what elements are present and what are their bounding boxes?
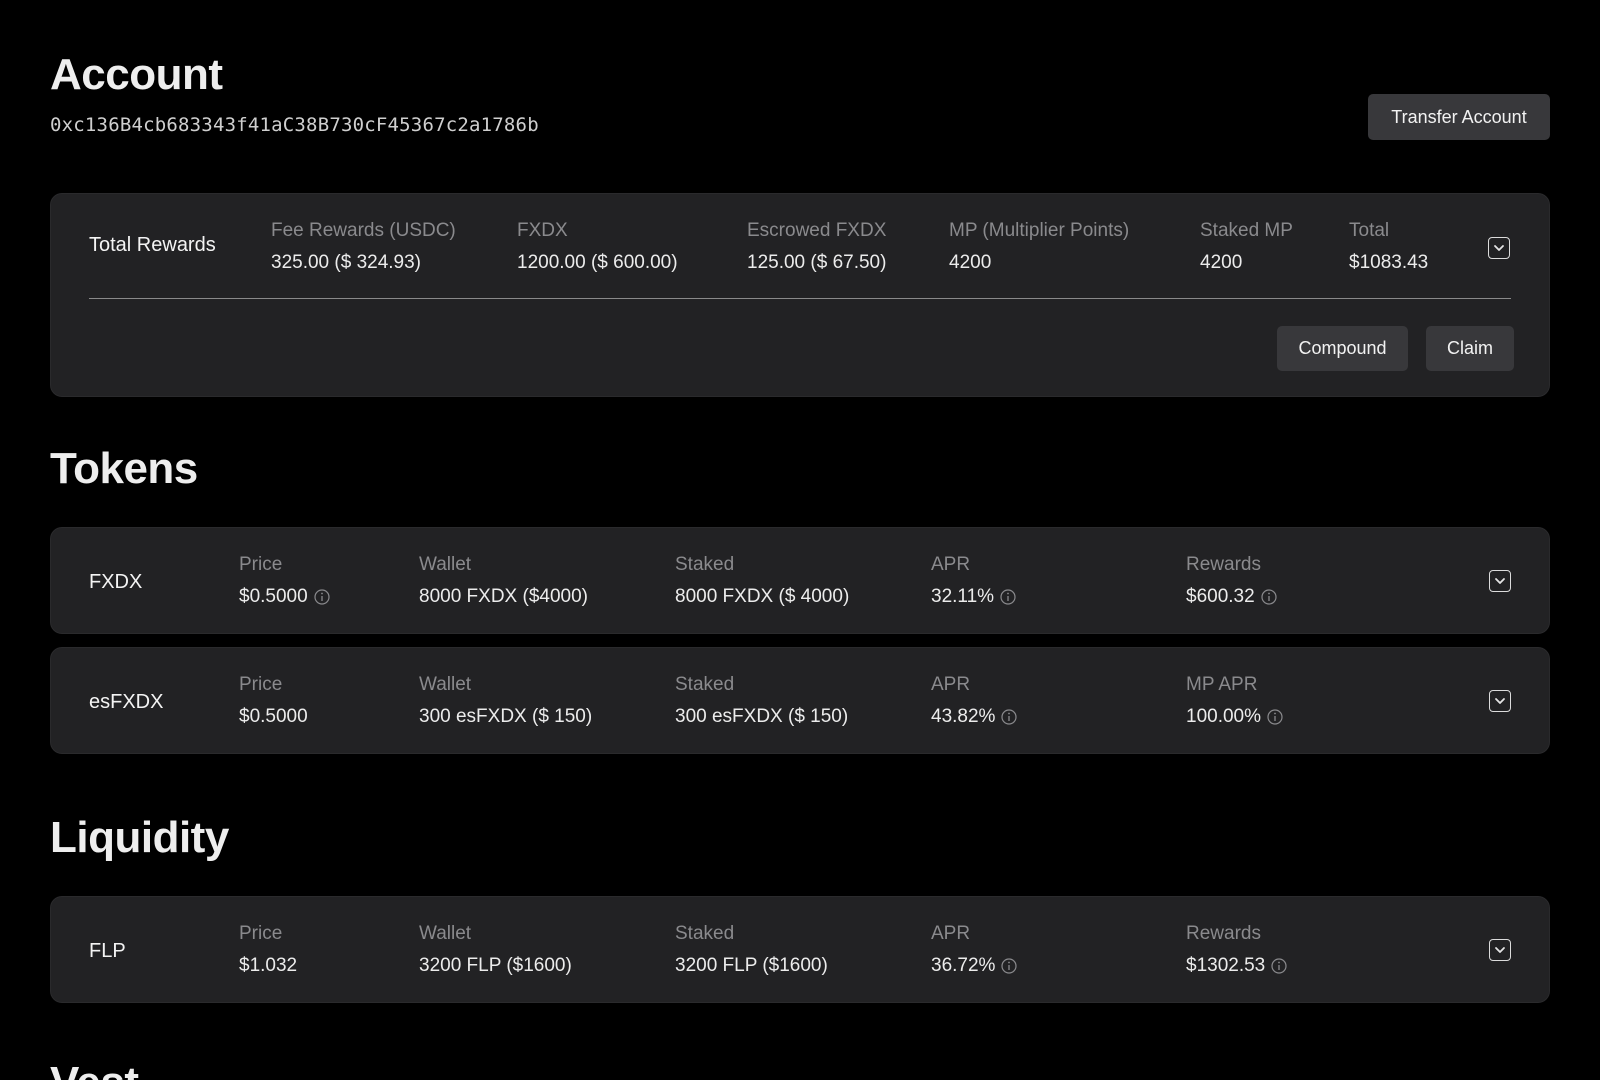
info-icon[interactable] <box>1001 958 1018 974</box>
chevron-down-icon[interactable] <box>1489 939 1511 961</box>
apr-label: APR <box>931 554 971 575</box>
info-icon[interactable] <box>314 589 330 605</box>
vest-title: Vest <box>50 1058 139 1080</box>
wallet-value: 3200 FLP ($1600) <box>419 955 572 976</box>
wallet-value: 300 esFXDX ($ 150) <box>419 706 593 727</box>
info-icon[interactable] <box>1000 589 1016 605</box>
price-value: $0.5000 <box>239 706 308 727</box>
price-value: $0.5000 <box>239 586 330 608</box>
wallet-label: Wallet <box>419 674 472 695</box>
account-title: Account <box>50 50 223 99</box>
staked-mp-label: Staked MP <box>1200 220 1293 241</box>
token-row-esfxdx[interactable]: esFXDX Price $0.5000 Wallet 300 esFXDX (… <box>50 647 1550 754</box>
info-icon[interactable] <box>1267 709 1283 725</box>
staked-value: 8000 FXDX ($ 4000) <box>675 586 850 607</box>
mp-apr-label: MP APR <box>1186 674 1258 695</box>
apr-label: APR <box>931 923 971 944</box>
token-row-fxdx[interactable]: FXDX Price $0.5000 Wallet 8000 FXDX ($40… <box>50 527 1550 634</box>
rewards-value: $1302.53 <box>1186 955 1287 977</box>
price-text: $0.5000 <box>239 586 308 607</box>
price-value: $1.032 <box>239 955 298 976</box>
claim-button[interactable]: Claim <box>1426 326 1514 371</box>
fee-rewards-value: 325.00 ($ 324.93) <box>271 252 422 273</box>
total-rewards-card: Total Rewards Fee Rewards (USDC) 325.00 … <box>50 193 1550 397</box>
rewards-label: Rewards <box>1186 923 1261 944</box>
fxdx-rewards-label: FXDX <box>517 220 568 241</box>
rewards-divider <box>89 298 1511 299</box>
mp-apr-value: 100.00% <box>1186 706 1283 728</box>
token-name: FXDX <box>89 571 143 593</box>
apr-label: APR <box>931 674 971 695</box>
wallet-value: 8000 FXDX ($4000) <box>419 586 588 607</box>
price-label: Price <box>239 674 283 695</box>
liquidity-row-flp[interactable]: FLP Price $1.032 Wallet 3200 FLP ($1600)… <box>50 896 1550 1003</box>
price-label: Price <box>239 923 283 944</box>
token-name: FLP <box>89 940 126 962</box>
mp-label: MP (Multiplier Points) <box>949 220 1130 241</box>
apr-value: 36.72% <box>931 955 1018 977</box>
chevron-down-icon[interactable] <box>1489 570 1511 592</box>
staked-label: Staked <box>675 554 735 575</box>
mp-value: 4200 <box>949 252 992 273</box>
staked-label: Staked <box>675 923 735 944</box>
price-label: Price <box>239 554 283 575</box>
total-label: Total <box>1349 220 1390 241</box>
wallet-label: Wallet <box>419 923 472 944</box>
chevron-down-icon[interactable] <box>1488 237 1510 259</box>
staked-value: 3200 FLP ($1600) <box>675 955 828 976</box>
escrowed-fxdx-label: Escrowed FXDX <box>747 220 887 241</box>
apr-text: 43.82% <box>931 706 996 727</box>
apr-value: 32.11% <box>931 586 1016 608</box>
total-rewards-title: Total Rewards <box>89 234 216 256</box>
tokens-title: Tokens <box>50 444 198 493</box>
rewards-label: Rewards <box>1186 554 1261 575</box>
total-value: $1083.43 <box>1349 252 1429 273</box>
transfer-account-button[interactable]: Transfer Account <box>1368 94 1550 140</box>
escrowed-fxdx-value: 125.00 ($ 67.50) <box>747 252 887 273</box>
fee-rewards-label: Fee Rewards (USDC) <box>271 220 456 241</box>
info-icon[interactable] <box>1001 709 1018 725</box>
compound-button[interactable]: Compound <box>1277 326 1408 371</box>
info-icon[interactable] <box>1271 958 1287 974</box>
account-address: 0xc136B4cb683343f41aC38B730cF45367c2a178… <box>50 114 539 136</box>
apr-text: 32.11% <box>931 586 995 607</box>
liquidity-title: Liquidity <box>50 813 229 862</box>
apr-value: 43.82% <box>931 706 1018 728</box>
info-icon[interactable] <box>1261 589 1277 605</box>
rewards-value: $600.32 <box>1186 586 1277 608</box>
fxdx-rewards-value: 1200.00 ($ 600.00) <box>517 252 678 273</box>
apr-text: 36.72% <box>931 955 996 976</box>
rewards-text: $600.32 <box>1186 586 1255 607</box>
token-name: esFXDX <box>89 691 164 713</box>
staked-label: Staked <box>675 674 735 695</box>
staked-mp-value: 4200 <box>1200 252 1243 273</box>
wallet-label: Wallet <box>419 554 472 575</box>
staked-value: 300 esFXDX ($ 150) <box>675 706 849 727</box>
page: Account 0xc136B4cb683343f41aC38B730cF453… <box>0 0 1600 1080</box>
mp-apr-text: 100.00% <box>1186 706 1262 727</box>
rewards-text: $1302.53 <box>1186 955 1266 976</box>
chevron-down-icon[interactable] <box>1489 690 1511 712</box>
